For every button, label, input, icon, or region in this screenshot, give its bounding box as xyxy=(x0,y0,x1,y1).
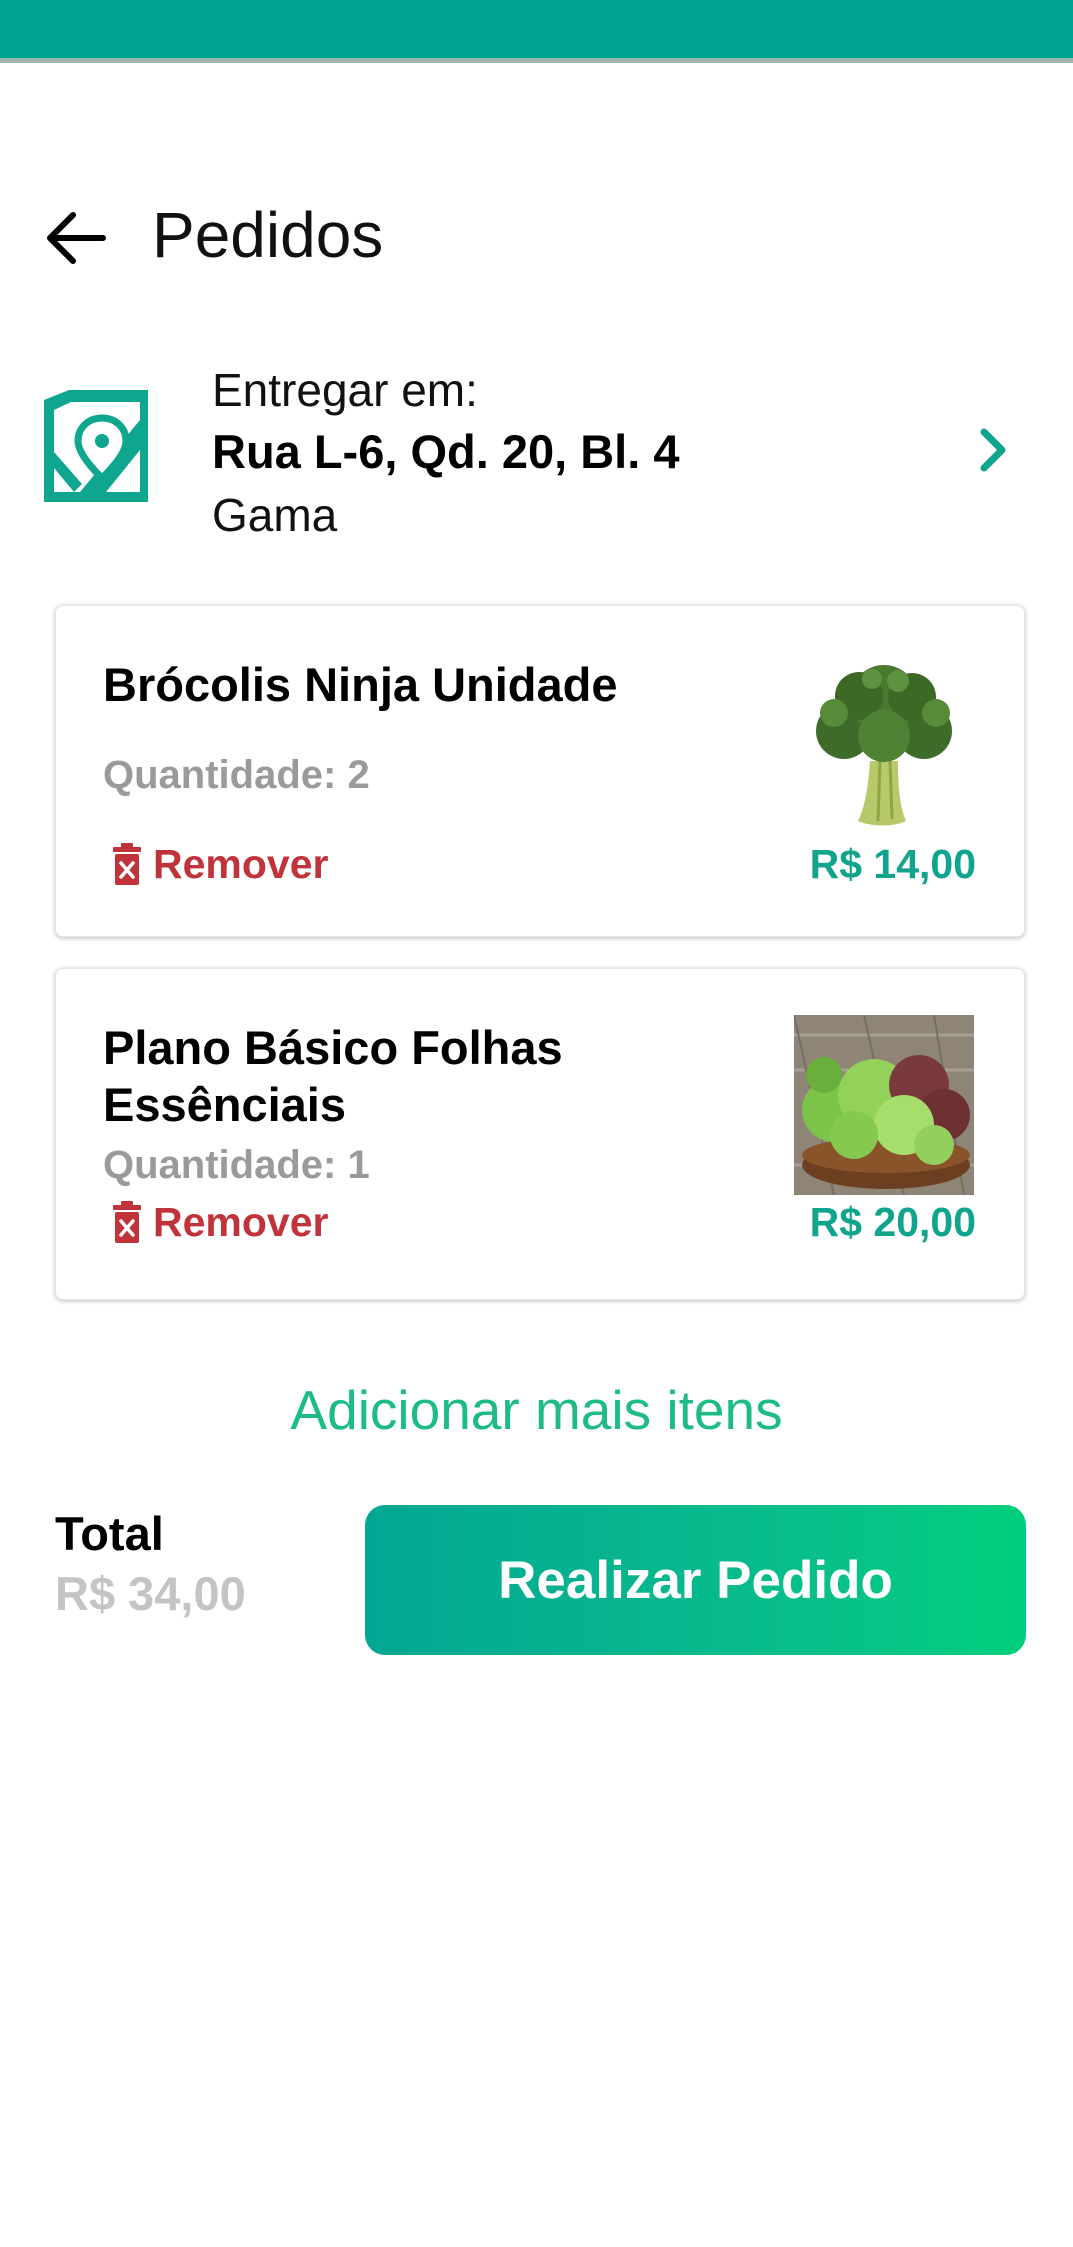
broccoli-image xyxy=(816,665,952,826)
item-name: Brócolis Ninja Unidade xyxy=(103,658,618,711)
map-pin-icon xyxy=(44,390,148,502)
remove-button[interactable]: Remover xyxy=(111,1197,328,1247)
delivery-address[interactable]: Entregar em: Rua L-6, Qd. 20, Bl. 4 Gama xyxy=(0,360,1073,550)
address-city: Gama xyxy=(212,489,338,541)
trash-icon xyxy=(113,1201,141,1243)
total-label: Total xyxy=(55,1507,164,1560)
item-quantity: Quantidade: 1 xyxy=(103,1143,370,1187)
total-value: R$ 34,00 xyxy=(55,1567,246,1620)
item-name: Plano Básico Folhas Essênciais xyxy=(103,1021,563,1131)
back-arrow-icon xyxy=(47,212,106,264)
item-price: R$ 14,00 xyxy=(809,841,976,887)
add-more-items-link[interactable]: Adicionar mais itens xyxy=(0,1375,1073,1445)
header: Pedidos xyxy=(0,195,1073,275)
leafy-greens-bowl-image xyxy=(794,1015,974,1195)
remove-label: Remover xyxy=(153,1198,329,1245)
status-bar xyxy=(0,0,1073,63)
cart-item-card: Plano Básico Folhas Essênciais Quantidad… xyxy=(55,968,1025,1300)
item-price: R$ 20,00 xyxy=(809,1199,976,1245)
address-street: Rua L-6, Qd. 20, Bl. 4 xyxy=(212,425,680,478)
cart-item-card: Brócolis Ninja Unidade Quantidade: 2 Rem… xyxy=(55,605,1025,937)
place-order-button[interactable]: Realizar Pedido xyxy=(365,1505,1026,1655)
back-button[interactable] xyxy=(40,203,110,273)
remove-button[interactable]: Remover xyxy=(111,839,328,889)
address-label: Entregar em: xyxy=(212,364,478,416)
chevron-right-icon xyxy=(980,428,1006,472)
trash-icon xyxy=(113,843,141,885)
remove-label: Remover xyxy=(153,840,329,887)
item-quantity: Quantidade: 2 xyxy=(103,753,370,797)
page-title: Pedidos xyxy=(152,199,384,271)
